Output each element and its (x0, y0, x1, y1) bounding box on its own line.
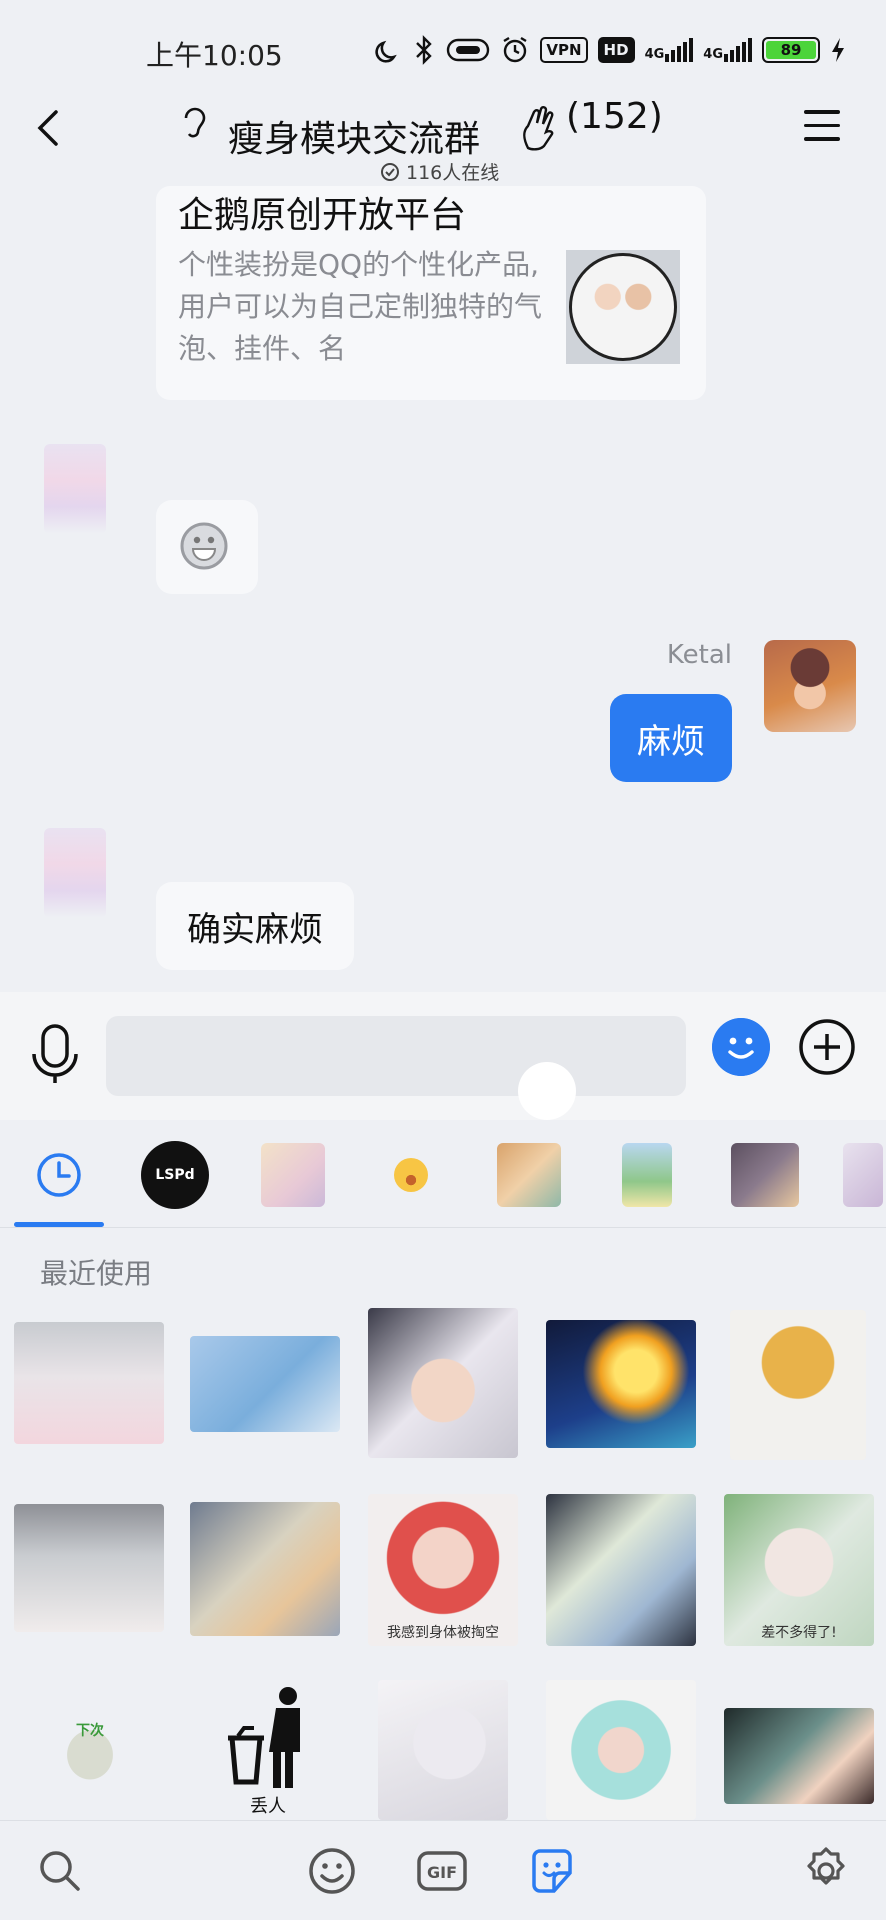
share-card[interactable]: 企鹅原创开放平台 个性装扮是QQ的个性化产品,用户可以为自己定制独特的气泡、挂件… (156, 186, 706, 400)
sticker[interactable] (368, 1308, 518, 1458)
sticker-caption: 我感到身体被掏空 (387, 1625, 499, 1641)
sticker-pack-thumbnail (622, 1143, 672, 1207)
online-status: 116人在线 (380, 158, 499, 185)
tab-sticker-pack[interactable] (376, 1140, 446, 1210)
ear-icon[interactable] (180, 102, 210, 142)
message-bubble-emoji[interactable] (156, 500, 258, 594)
my-avatar[interactable] (764, 640, 856, 732)
smile-icon (180, 522, 228, 570)
member-count: (152) (566, 96, 663, 137)
battery-level: 89 (766, 41, 816, 59)
tab-sticker-pack[interactable] (612, 1140, 682, 1210)
card-thumbnail (566, 250, 680, 364)
moon-icon (375, 40, 398, 63)
message-bubble-out[interactable]: 麻烦 (610, 694, 732, 782)
sticker-caption: 下次 (76, 1723, 104, 1739)
sticker[interactable] (190, 1336, 340, 1432)
input-bar (0, 992, 886, 1120)
hd-badge: HD (597, 37, 635, 63)
emoji-button[interactable] (712, 1018, 770, 1076)
alarm-icon (503, 36, 528, 63)
trash-person-icon (228, 1687, 300, 1788)
microphone-icon[interactable] (30, 1022, 80, 1086)
check-circle-icon (381, 162, 399, 181)
emoji-face-icon (394, 1158, 428, 1192)
sticker[interactable] (546, 1680, 696, 1820)
message-bubble-in[interactable]: 确实麻烦 (156, 882, 354, 970)
message-input[interactable] (106, 1016, 686, 1120)
card-thumbnail-image (569, 253, 677, 361)
sticker[interactable] (724, 1708, 874, 1804)
sticker[interactable] (378, 1680, 508, 1820)
sticker-pack-thumbnail (261, 1143, 325, 1207)
signal-2: 4G (703, 38, 752, 62)
tab-sticker-pack[interactable] (730, 1140, 800, 1210)
sticker-caption: 差不多得了! (761, 1625, 837, 1641)
plus-button[interactable] (798, 1018, 856, 1076)
sticker-pack-thumbnail (497, 1143, 561, 1207)
sticker[interactable]: 差不多得了! (724, 1494, 874, 1646)
sticker-toolbar: GIF (0, 1820, 886, 1920)
clock: 上午10:05 (146, 39, 283, 72)
menu-icon[interactable] (804, 110, 840, 142)
sticker[interactable] (546, 1494, 696, 1646)
status-bar: 上午10:05 VPN HD 4G 4G 89 (0, 0, 886, 100)
sticker[interactable] (546, 1320, 696, 1448)
lspd-pack-icon: LSPd (141, 1141, 209, 1209)
online-count: 116人在线 (406, 162, 500, 184)
sender-name: Ketal (666, 640, 732, 670)
sticker-pack-thumbnail (843, 1143, 883, 1207)
status-icons: VPN HD 4G 4G 89 (374, 30, 846, 70)
signal-1: 4G (645, 38, 694, 62)
charging-icon (832, 38, 844, 62)
tab-sticker-pack[interactable] (840, 1140, 886, 1210)
vpn-badge: VPN (540, 37, 588, 63)
touch-indicator (518, 1062, 576, 1120)
bluetooth-icon (416, 35, 433, 65)
sticker-caption: 丢人 (250, 1796, 286, 1817)
message-text: 确实麻烦 (187, 909, 323, 950)
gear-icon[interactable] (800, 1845, 852, 1897)
tab-recent[interactable] (24, 1140, 94, 1210)
active-tab-indicator (14, 1222, 104, 1227)
sticker-tab-icon[interactable] (526, 1845, 578, 1897)
sticker[interactable]: 下次 (50, 1712, 130, 1790)
svg-text:GIF: GIF (427, 1863, 457, 1882)
sticker[interactable] (190, 1502, 340, 1636)
sticker[interactable] (14, 1322, 164, 1444)
sticker-tab-strip: LSPd (0, 1120, 886, 1228)
tab-sticker-pack[interactable] (258, 1140, 328, 1210)
avatar[interactable] (44, 828, 106, 918)
chat-header: 瘦身模块交流群 (152) 116人在线 (0, 96, 886, 185)
sticker[interactable] (730, 1310, 866, 1460)
sticker[interactable]: 丢人 (218, 1686, 318, 1818)
search-icon[interactable] (34, 1845, 86, 1897)
emoji-tab-icon[interactable] (306, 1845, 358, 1897)
gif-icon[interactable]: GIF (416, 1845, 468, 1897)
sticker[interactable] (14, 1504, 164, 1632)
sticker[interactable]: 我感到身体被掏空 (368, 1494, 518, 1646)
battery-icon: 89 (762, 37, 820, 63)
sticker-pack-thumbnail (731, 1143, 799, 1207)
card-title: 企鹅原创开放平台 (178, 195, 467, 236)
section-title-recent: 最近使用 (40, 1257, 153, 1290)
card-description: 个性装扮是QQ的个性化产品,用户可以为自己定制独特的气泡、挂件、名 (178, 248, 543, 365)
clock-icon (37, 1153, 81, 1197)
group-title[interactable]: 瘦身模块交流群 (228, 110, 480, 162)
wave-hand-icon (523, 106, 554, 151)
tab-sticker-pack[interactable] (494, 1140, 564, 1210)
tab-sticker-pack[interactable]: LSPd (140, 1140, 210, 1210)
message-text: 麻烦 (637, 721, 705, 762)
back-arrow-icon[interactable] (30, 108, 70, 148)
nfc-icon (447, 38, 490, 62)
avatar[interactable] (44, 444, 106, 534)
